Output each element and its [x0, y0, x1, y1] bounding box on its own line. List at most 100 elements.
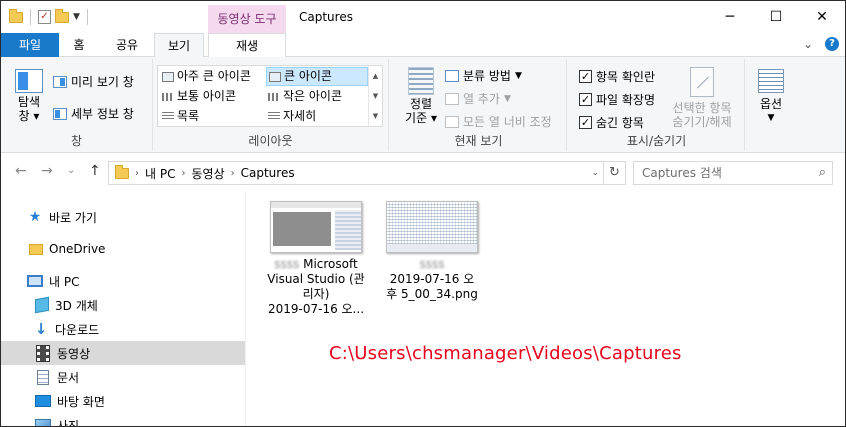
nav-item-documents[interactable]: 문서	[1, 365, 245, 389]
current-view-group: 정렬 기준 ▾ 분류 방법 ▼ 열 추가 ▼ 모든 열 너비 조정 현재 보기	[391, 59, 567, 151]
window-title: Captures	[299, 10, 353, 24]
nav-item-label: OneDrive	[49, 242, 106, 256]
folder-icon	[9, 8, 23, 23]
scroll-up-icon[interactable]: ▲	[369, 66, 382, 86]
show-hide-group: ✓ 항목 확인란 ✓ 파일 확장명 ✓ 숨긴 항목 선택한 항목 숨기기/해제 …	[569, 59, 745, 151]
group-by-button[interactable]: 분류 방법 ▼	[445, 67, 522, 84]
title-bar: ✓ ▼ 동영상 도구 Captures ─ ☐ ✕	[1, 1, 845, 33]
scroll-down-icon[interactable]: ▼	[369, 86, 382, 106]
tab-view[interactable]: 보기	[154, 33, 204, 58]
ribbon-tabs: 파일 홈 공유 보기 재생 ⌄ ?	[1, 33, 845, 58]
nav-item-downloads[interactable]: ↓ 다운로드	[1, 317, 245, 341]
hide-selected-icon	[690, 67, 714, 97]
layout-gallery-scroll[interactable]: ▲ ▼ ▼	[368, 66, 382, 126]
file-item[interactable]: ssss Microsoft Visual Studio (관 리자) 2019…	[261, 197, 371, 317]
forward-button[interactable]: →	[41, 163, 53, 179]
item-checkboxes-toggle[interactable]: ✓ 항목 확인란	[579, 68, 655, 85]
file-extensions-checkbox[interactable]: ✓	[579, 93, 592, 106]
address-dropdown-icon[interactable]: ⌄	[591, 162, 599, 184]
file-date: 2019-07-16 오...	[267, 302, 365, 316]
back-button[interactable]: ←	[15, 163, 27, 179]
up-button[interactable]: ↑	[89, 163, 101, 179]
properties-icon[interactable]: ✓	[38, 10, 51, 24]
hidden-items-checkbox[interactable]: ✓	[579, 116, 592, 129]
details-label: 자세히	[283, 109, 317, 123]
expand-gallery-icon[interactable]: ▼	[369, 106, 382, 126]
nav-item-label: 사진	[57, 418, 80, 427]
file-explorer-window: ✓ ▼ 동영상 도구 Captures ─ ☐ ✕ 파일 홈 공유 보기 재생 …	[0, 0, 846, 427]
chevron-right-icon[interactable]: ›	[181, 168, 185, 179]
minimize-button[interactable]: ─	[707, 1, 753, 33]
list-option[interactable]: 목록	[160, 107, 264, 126]
hidden-items-toggle[interactable]: ✓ 숨긴 항목	[579, 114, 644, 131]
nav-item-pictures[interactable]: 사진	[1, 413, 245, 427]
navigation-pane-button[interactable]: 탐색 창 ▾	[9, 69, 49, 123]
folder-icon	[115, 164, 129, 179]
breadcrumb-this-pc[interactable]: 내 PC	[145, 165, 175, 182]
small-icons-option[interactable]: 작은 아이콘	[266, 87, 368, 106]
details-icon	[268, 112, 280, 121]
customize-toolbar-icon[interactable]: ▼	[73, 12, 80, 22]
large-icons-option[interactable]: 큰 아이콘	[266, 67, 368, 86]
nav-item-quick-access[interactable]: ★ 바로 가기	[1, 205, 245, 229]
address-bar[interactable]: › 내 PC › 동영상 › Captures ⌄ ↻	[108, 161, 626, 185]
ribbon-controls: ⌄ ?	[803, 37, 839, 51]
download-arrow-icon: ↓	[34, 320, 48, 338]
hide-selected-button[interactable]: 선택한 항목 숨기기/해제	[665, 67, 739, 129]
medium-icons-label: 보통 아이콘	[177, 89, 237, 103]
sort-by-label-2: 기준 ▾	[405, 111, 437, 125]
tab-share[interactable]: 공유	[105, 33, 149, 57]
item-checkboxes-checkbox[interactable]: ✓	[579, 70, 592, 83]
options-button[interactable]: 옵션 ▼	[751, 69, 791, 125]
sort-by-button[interactable]: 정렬 기준 ▾	[401, 67, 441, 125]
recent-locations-button[interactable]: ⌄	[67, 165, 75, 176]
file-extensions-label: 파일 확장명	[596, 93, 656, 107]
nav-item-onedrive[interactable]: OneDrive	[1, 237, 245, 261]
help-icon[interactable]: ?	[825, 37, 839, 51]
nav-item-label: 3D 개체	[55, 298, 98, 313]
chevron-right-icon[interactable]: ›	[231, 168, 235, 179]
maximize-button[interactable]: ☐	[753, 1, 799, 33]
file-item[interactable]: ssss 2019-07-16 오 후 5_00_34.png	[377, 197, 487, 302]
preview-pane-label: 미리 보기 창	[71, 75, 134, 89]
add-columns-button[interactable]: 열 추가 ▼	[445, 90, 511, 107]
extra-large-icons-option[interactable]: 아주 큰 아이콘	[160, 67, 264, 86]
list-icon	[162, 112, 174, 121]
preview-pane-button[interactable]: 미리 보기 창	[53, 73, 134, 90]
tab-play[interactable]: 재생	[208, 33, 286, 57]
nav-item-3d-objects[interactable]: 3D 개체	[1, 293, 245, 317]
nav-item-label: 바탕 화면	[57, 394, 105, 409]
breadcrumb-captures[interactable]: Captures	[241, 166, 295, 180]
navigation-pane: ★ 바로 가기 OneDrive 내 PC 3D 개체 ↓ 다운로드 동영상 문…	[1, 191, 246, 427]
film-icon	[36, 344, 50, 362]
details-pane-button[interactable]: 세부 정보 창	[53, 105, 134, 122]
chevron-right-icon[interactable]: ›	[135, 168, 139, 179]
close-button[interactable]: ✕	[799, 1, 845, 33]
details-option[interactable]: 자세히	[266, 107, 368, 126]
medium-icons-option[interactable]: 보통 아이콘	[160, 87, 264, 106]
pictures-icon	[35, 419, 51, 426]
collapse-ribbon-icon[interactable]: ⌄	[803, 37, 813, 51]
desktop-icon	[35, 395, 51, 407]
refresh-icon[interactable]: ↻	[603, 162, 625, 184]
hidden-items-label: 숨긴 항목	[596, 116, 644, 130]
options-dropdown-icon: ▼	[767, 113, 775, 123]
group-by-label: 분류 방법	[463, 69, 511, 83]
small-icons-icon	[268, 92, 280, 101]
computer-icon	[27, 275, 43, 287]
size-columns-button[interactable]: 모든 열 너비 조정	[445, 113, 552, 130]
nav-item-desktop[interactable]: 바탕 화면	[1, 389, 245, 413]
breadcrumb-videos[interactable]: 동영상	[191, 165, 224, 182]
list-label: 목록	[177, 109, 200, 123]
hide-selected-label-2: 숨기기/해제	[672, 115, 732, 129]
add-columns-icon	[445, 92, 459, 105]
nav-item-videos[interactable]: 동영상	[1, 341, 245, 365]
file-extensions-toggle[interactable]: ✓ 파일 확장명	[579, 91, 655, 108]
tab-home[interactable]: 홈	[59, 33, 99, 57]
navigation-pane-icon	[15, 69, 43, 93]
nav-item-this-pc[interactable]: 내 PC	[1, 269, 245, 293]
file-name-line: Visual Studio (관	[267, 272, 365, 286]
new-folder-icon[interactable]	[55, 8, 69, 23]
search-input[interactable]: Captures 검색 ⌕	[633, 161, 833, 185]
tab-file[interactable]: 파일	[1, 33, 59, 57]
